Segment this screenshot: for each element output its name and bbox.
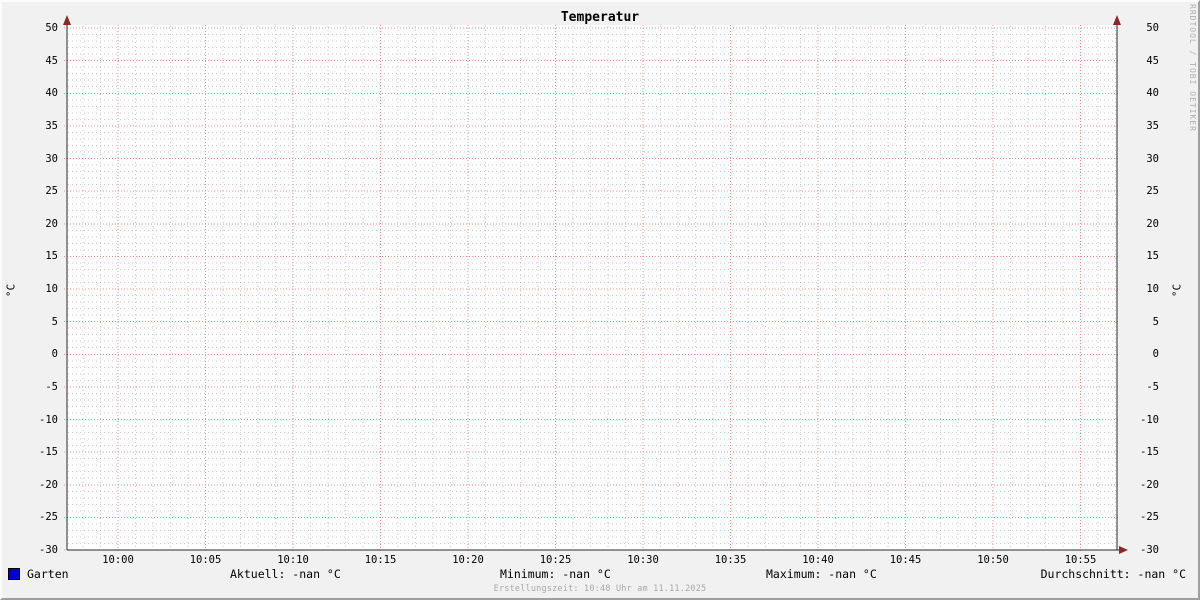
x-tick-label: 10:20 — [452, 554, 484, 566]
y-tick-label-right: 5 — [1152, 315, 1159, 328]
y-tick-label-left: 20 — [45, 217, 58, 230]
rrdtool-watermark: RRDTOOL / TOBI OETIKER — [1188, 4, 1197, 132]
x-tick-label: 10:15 — [364, 554, 397, 566]
y-tick-label-right: 45 — [1146, 54, 1159, 67]
y-tick-label-left: -10 — [39, 413, 58, 426]
y-tick-label-right: 40 — [1146, 87, 1159, 100]
stat-maximum: Maximum: -nan °C — [766, 567, 877, 581]
x-tick-label: 10:45 — [889, 554, 922, 566]
y-tick-label-right: 20 — [1146, 217, 1159, 230]
x-tick-label: 10:35 — [714, 554, 747, 566]
legend-row: Garten Aktuell: -nan °C Minimum: -nan °C… — [0, 567, 1200, 583]
stat-aktuell: Aktuell: -nan °C — [230, 567, 341, 581]
y-tick-label-right: 0 — [1152, 348, 1159, 361]
y-tick-label-right: 10 — [1146, 283, 1159, 295]
y-tick-label-left: 10 — [45, 283, 58, 295]
y-axis-label-right: °C — [1170, 283, 1184, 298]
y-tick-label-left: 0 — [51, 348, 58, 361]
x-tick-label: 10:50 — [977, 554, 1009, 566]
y-tick-label-right: 25 — [1146, 185, 1159, 198]
y-tick-label-left: -15 — [39, 446, 58, 459]
y-tick-label-left: 35 — [45, 119, 58, 132]
chart-title: Temperatur — [560, 10, 640, 25]
y-tick-label-left: -30 — [39, 544, 58, 556]
y-tick-label-left: 50 — [45, 22, 58, 34]
x-tick-label: 10:05 — [189, 554, 222, 566]
y-tick-label-right: -20 — [1140, 478, 1159, 491]
creation-time-footer: Erstellungszeit: 10:48 Uhr am 11.11.2025 — [493, 584, 707, 594]
stat-minimum: Minimum: -nan °C — [500, 567, 611, 581]
y-tick-label-right: -30 — [1140, 544, 1159, 556]
x-tick-label: 10:40 — [802, 554, 834, 566]
y-tick-label-left: 25 — [45, 185, 58, 198]
y-tick-label-right: -15 — [1140, 446, 1159, 459]
y-tick-label-right: -10 — [1140, 413, 1159, 426]
y-tick-label-left: 15 — [45, 250, 58, 263]
y-tick-label-right: -5 — [1146, 380, 1159, 393]
x-tick-label: 10:00 — [102, 554, 134, 566]
y-tick-label-right: 50 — [1146, 22, 1159, 34]
chart-grid-canvas — [63, 15, 1128, 554]
x-tick-label: 10:25 — [539, 554, 572, 566]
series-color-swatch — [8, 568, 20, 580]
y-tick-label-left: 40 — [45, 87, 58, 100]
y-tick-label-right: 30 — [1146, 152, 1159, 165]
y-tick-label-left: -25 — [39, 511, 58, 524]
x-tick-label: 10:10 — [277, 554, 309, 566]
y-tick-label-left: 30 — [45, 152, 58, 165]
y-tick-label-right: -25 — [1140, 511, 1159, 524]
y-tick-label-right: 15 — [1146, 250, 1159, 263]
y-tick-label-right: 35 — [1146, 119, 1159, 132]
x-tick-label: 10:55 — [1064, 554, 1097, 566]
x-tick-label: 10:30 — [627, 554, 659, 566]
y-tick-label-left: 5 — [51, 315, 58, 328]
stat-durchschnitt: Durchschnitt: -nan °C — [1040, 567, 1186, 581]
y-tick-label-left: -5 — [45, 380, 58, 393]
series-legend-label: Garten — [27, 567, 69, 581]
y-tick-label-left: -20 — [39, 478, 58, 491]
y-tick-label-left: 45 — [45, 54, 58, 67]
